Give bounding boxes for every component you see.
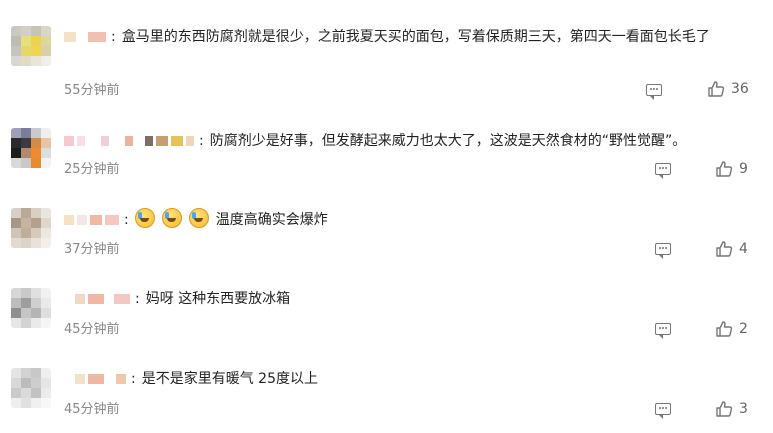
colon: : <box>131 371 136 387</box>
like-button[interactable]: 4 <box>715 240 748 258</box>
comment-text-line: : 温度高确实会爆炸 <box>64 208 328 231</box>
username[interactable] <box>64 32 109 42</box>
username[interactable] <box>64 294 133 304</box>
comment-reply-icon[interactable] <box>655 403 671 419</box>
avatar[interactable] <box>11 368 51 408</box>
like-count: 3 <box>739 401 748 417</box>
comment-text: 防腐剂少是好事，但发酵起来威力也太大了，这波是天然食材的“野性觉醒”。 <box>209 133 687 149</box>
avatar[interactable] <box>11 128 51 168</box>
avatar[interactable] <box>11 26 51 66</box>
comment-time: 37分钟前 <box>64 242 120 257</box>
laugh-cry-emoji-icon <box>134 208 155 228</box>
thumbs-up-icon <box>716 161 733 177</box>
comment-reply-icon[interactable] <box>655 323 671 339</box>
colon: : <box>111 29 116 45</box>
like-button[interactable]: 36 <box>707 80 749 98</box>
username[interactable] <box>64 215 122 225</box>
comment-time: 45分钟前 <box>64 322 120 337</box>
username[interactable] <box>64 136 197 146</box>
colon: : <box>135 291 140 307</box>
comment-reply-icon[interactable] <box>655 243 671 259</box>
like-count: 4 <box>739 241 748 257</box>
comment-time: 55分钟前 <box>64 83 120 98</box>
comment-time: 45分钟前 <box>64 402 120 417</box>
like-count: 9 <box>739 161 748 177</box>
comment-text-line: : 妈呀 这种东西要放冰箱 <box>64 288 290 310</box>
thumbs-up-icon <box>716 401 733 417</box>
like-count: 36 <box>731 81 749 97</box>
like-button[interactable]: 2 <box>715 320 748 338</box>
like-button[interactable]: 9 <box>715 160 748 178</box>
avatar[interactable] <box>11 288 51 328</box>
thumbs-up-icon <box>708 81 725 97</box>
comment-text: 盒马里的东西防腐剂就是很少，之前我夏天买的面包，写着保质期三天，第四天一看面包长… <box>121 29 710 45</box>
thumbs-up-icon <box>716 241 733 257</box>
avatar[interactable] <box>11 208 51 248</box>
comment-text: 温度高确实会爆炸 <box>215 212 328 228</box>
laugh-cry-emoji-icon <box>161 208 182 228</box>
thumbs-up-icon <box>716 321 733 337</box>
comment-text-line: : 防腐剂少是好事，但发酵起来威力也太大了，这波是天然食材的“野性觉醒”。 <box>64 130 686 152</box>
comment-text: 是不是家里有暖气 25度以上 <box>141 371 318 387</box>
username[interactable] <box>64 374 129 384</box>
comment-reply-icon[interactable] <box>655 163 671 179</box>
comment-text-line: : 是不是家里有暖气 25度以上 <box>64 368 318 390</box>
like-button[interactable]: 3 <box>715 400 748 418</box>
like-count: 2 <box>739 321 748 337</box>
comment-text: 妈呀 这种东西要放冰箱 <box>145 291 291 307</box>
laugh-cry-emoji-icon <box>188 208 209 228</box>
colon: : <box>199 133 204 149</box>
comment-reply-icon[interactable] <box>646 84 662 100</box>
comment-time: 25分钟前 <box>64 162 120 177</box>
colon: : <box>124 212 129 228</box>
comment-text-line: : 盒马里的东西防腐剂就是很少，之前我夏天买的面包，写着保质期三天，第四天一看面包… <box>64 26 764 48</box>
